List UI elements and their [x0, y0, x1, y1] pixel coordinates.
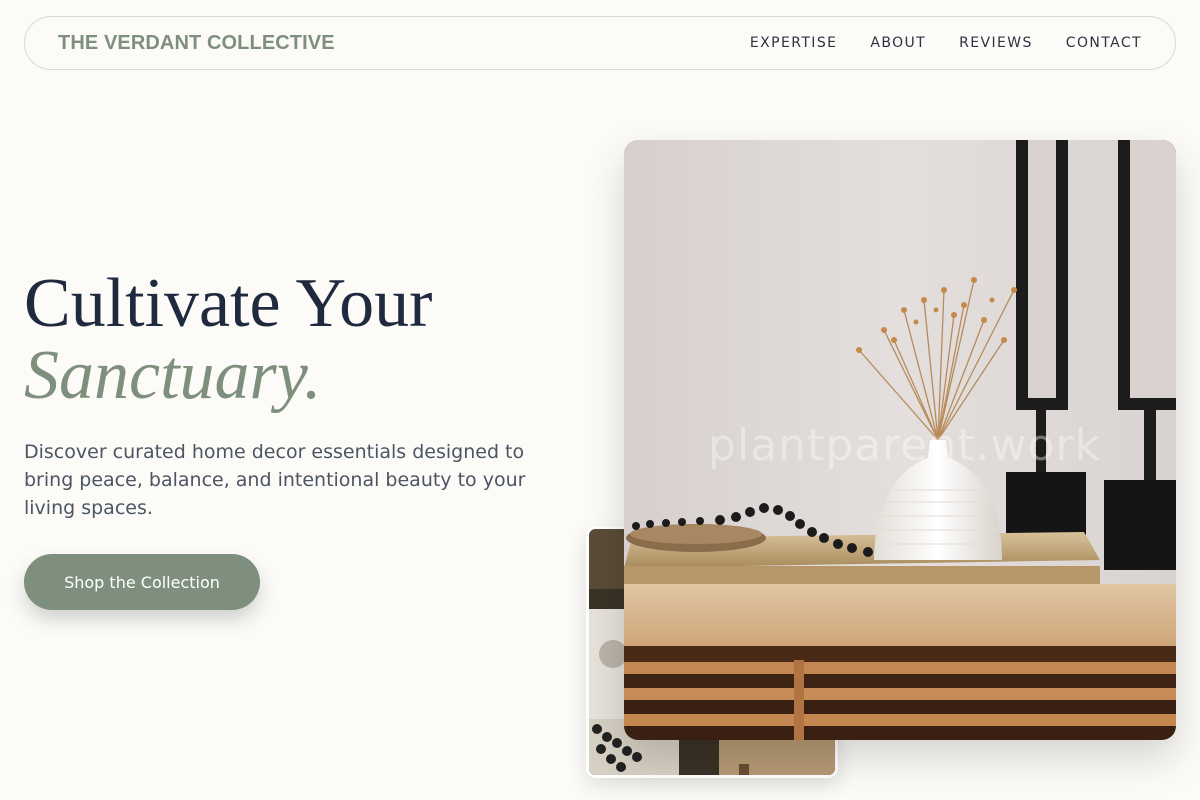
hero-title-line1: Cultivate Your [24, 265, 433, 342]
hero-title: Cultivate Your Sanctuary. [24, 268, 432, 412]
nav-links: EXPERTISE ABOUT REVIEWS CONTACT [750, 35, 1142, 51]
main-product-image [624, 140, 1176, 740]
hero-description: Discover curated home decor essentials d… [24, 441, 526, 519]
nav-link-about[interactable]: ABOUT [870, 35, 926, 51]
top-nav: THE VERDANT COLLECTIVE EXPERTISE ABOUT R… [24, 16, 1176, 70]
shop-collection-button[interactable]: Shop the Collection [24, 554, 260, 610]
nav-link-reviews[interactable]: REVIEWS [959, 35, 1033, 51]
nav-link-expertise[interactable]: EXPERTISE [750, 35, 837, 51]
hero-title-accent: Sanctuary. [24, 337, 322, 414]
brand-logo[interactable]: THE VERDANT COLLECTIVE [58, 32, 335, 55]
nav-link-contact[interactable]: CONTACT [1066, 35, 1142, 51]
